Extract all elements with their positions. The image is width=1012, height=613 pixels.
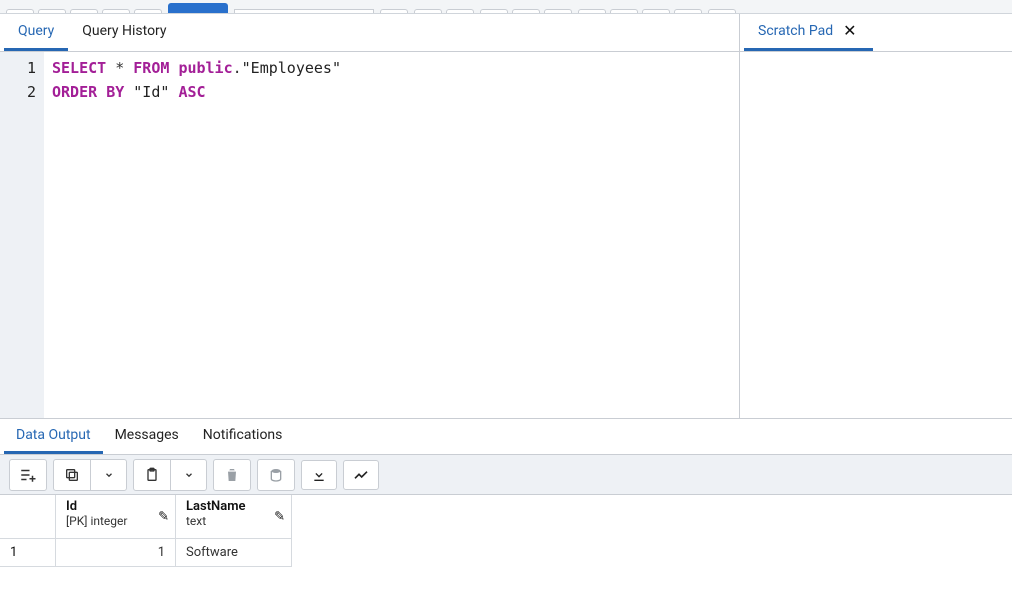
keyword-select: SELECT — [52, 59, 106, 77]
column-name: LastName — [186, 499, 265, 514]
toolbar-slot[interactable] — [102, 9, 130, 13]
paste-button[interactable] — [134, 460, 170, 490]
copy-button[interactable] — [54, 460, 90, 490]
toolbar-slot[interactable] — [674, 9, 702, 13]
tab-notifications[interactable]: Notifications — [191, 419, 295, 454]
code-content[interactable]: SELECT * FROM public."Employees"ORDER BY… — [44, 52, 739, 418]
toolbar-slot[interactable] — [6, 9, 34, 13]
schema-name: public — [178, 59, 232, 77]
column-name: Id — [66, 499, 149, 514]
edit-icon[interactable]: ✎ — [274, 509, 285, 524]
order-column: "Id" — [133, 83, 169, 101]
result-grid: Id [PK] integer ✎ LastName text ✎ 1 1 So… — [0, 495, 1012, 567]
cell-lastname[interactable]: Software — [176, 539, 292, 567]
sql-editor[interactable]: 1 2 SELECT * FROM public."Employees"ORDE… — [0, 52, 739, 418]
result-toolbar — [0, 455, 1012, 495]
add-row-button[interactable] — [10, 460, 46, 490]
keyword-by: BY — [106, 83, 124, 101]
toolbar-slot[interactable] — [610, 9, 638, 13]
tab-label: Notifications — [203, 427, 283, 443]
save-data-button[interactable] — [258, 460, 294, 490]
keyword-asc: ASC — [178, 83, 205, 101]
tab-data-output[interactable]: Data Output — [4, 419, 103, 454]
main-toolbar — [0, 0, 1012, 14]
line-number: 2 — [0, 80, 36, 104]
tab-label: Messages — [115, 427, 179, 443]
cell-id[interactable]: 1 — [56, 539, 176, 567]
column-type: text — [186, 514, 265, 528]
edit-icon[interactable]: ✎ — [158, 509, 169, 524]
column-type: [PK] integer — [66, 514, 149, 528]
scratch-pad-area[interactable] — [740, 52, 1012, 418]
keyword-from: FROM — [133, 59, 169, 77]
toolbar-input-slot[interactable] — [234, 9, 374, 13]
toolbar-slot[interactable] — [38, 9, 66, 13]
toolbar-slot[interactable] — [380, 9, 408, 13]
toolbar-slot[interactable] — [414, 9, 442, 13]
delete-button[interactable] — [214, 460, 250, 490]
toolbar-slot[interactable] — [512, 9, 540, 13]
tab-scratch-pad[interactable]: Scratch Pad ✕ — [744, 14, 873, 51]
tab-query-history[interactable]: Query History — [68, 14, 180, 51]
keyword-order: ORDER — [52, 83, 97, 101]
tab-label: Query History — [82, 23, 166, 39]
token-star: * — [106, 59, 133, 77]
chart-button[interactable] — [343, 460, 379, 490]
line-number: 1 — [0, 56, 36, 80]
editor-tabs: Query Query History — [0, 14, 739, 52]
toolbar-slot[interactable] — [544, 9, 572, 13]
toolbar-slot[interactable] — [480, 9, 508, 13]
scratch-tabs: Scratch Pad ✕ — [740, 14, 1012, 52]
toolbar-slot[interactable] — [134, 9, 162, 13]
line-gutter: 1 2 — [0, 52, 44, 418]
toolbar-slot[interactable] — [70, 9, 98, 13]
download-button[interactable] — [301, 460, 337, 490]
output-tabs: Data Output Messages Notifications — [0, 419, 1012, 455]
tab-query[interactable]: Query — [4, 14, 68, 51]
toolbar-active-slot[interactable] — [168, 3, 228, 13]
toolbar-slot[interactable] — [578, 9, 606, 13]
toolbar-slot[interactable] — [708, 9, 736, 13]
close-icon[interactable]: ✕ — [841, 23, 858, 39]
tab-label: Data Output — [16, 427, 91, 443]
paste-dropdown[interactable] — [170, 460, 206, 490]
row-number[interactable]: 1 — [0, 539, 56, 567]
toolbar-slot[interactable] — [446, 9, 474, 13]
tab-messages[interactable]: Messages — [103, 419, 191, 454]
column-header-id[interactable]: Id [PK] integer ✎ — [56, 495, 176, 539]
table-name: "Employees" — [242, 59, 341, 77]
tab-label: Scratch Pad — [758, 23, 833, 39]
tab-label: Query — [18, 23, 54, 39]
copy-dropdown[interactable] — [90, 460, 126, 490]
grid-corner[interactable] — [0, 495, 56, 539]
column-header-lastname[interactable]: LastName text ✎ — [176, 495, 292, 539]
toolbar-slot[interactable] — [642, 9, 670, 13]
